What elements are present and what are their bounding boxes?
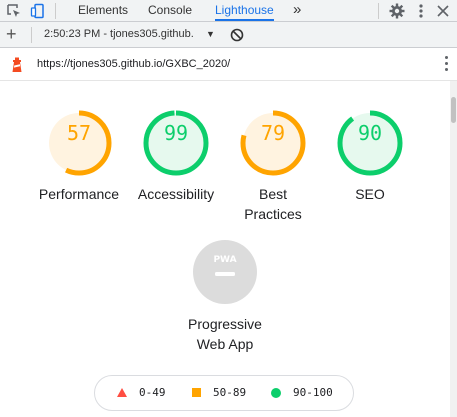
- pass-circle-icon: [271, 388, 281, 398]
- gauge-performance-label: Performance: [38, 186, 120, 202]
- lighthouse-logo-icon: [10, 56, 24, 78]
- lighthouse-toolbar: + 2:50:23 PM - tjones305.github. ▼: [0, 22, 457, 48]
- gauge-best-practices-label: Best Practices: [223, 184, 323, 224]
- gauge-seo[interactable]: 90: [332, 105, 408, 185]
- gauge-accessibility-score: 99: [163, 121, 189, 145]
- gauge-performance[interactable]: 57: [41, 105, 117, 185]
- pwa-badge-icon: PWA: [193, 240, 257, 304]
- pwa-badge-text: PWA: [213, 255, 236, 265]
- legend-pass-range: 90-100: [293, 386, 333, 399]
- legend-fail-range: 0-49: [139, 386, 166, 399]
- clear-reports-icon[interactable]: [228, 26, 246, 44]
- tab-lighthouse[interactable]: Lighthouse: [215, 0, 274, 21]
- gauge-seo-score: 90: [357, 121, 383, 145]
- close-devtools-icon[interactable]: [434, 2, 452, 20]
- gauge-performance-score: 57: [66, 121, 92, 145]
- gauge-accessibility-label: Accessibility: [137, 186, 215, 202]
- dropdown-arrow-icon[interactable]: ▼: [206, 27, 215, 41]
- toolbar-divider: [378, 3, 379, 19]
- fail-triangle-icon: [117, 388, 127, 397]
- pwa-label-line1: Progressive: [188, 316, 262, 332]
- gauge-accessibility[interactable]: 99: [138, 105, 214, 185]
- pwa-label: Progressive Web App: [175, 314, 275, 354]
- average-square-icon: [192, 388, 201, 397]
- scrollbar-thumb[interactable]: [451, 97, 456, 123]
- gauge-seo-label: SEO: [355, 186, 385, 202]
- scrollbar[interactable]: [450, 81, 457, 417]
- pwa-badge[interactable]: PWA: [193, 240, 257, 304]
- more-options-icon[interactable]: [412, 2, 430, 20]
- inspect-element-icon[interactable]: [5, 2, 23, 20]
- toolbar-divider: [55, 3, 56, 19]
- gauge-best-practices-label-line1: Best: [258, 186, 287, 202]
- tab-elements[interactable]: Elements: [78, 0, 128, 21]
- new-report-button[interactable]: +: [6, 23, 17, 45]
- pwa-label-line2: Web App: [196, 336, 254, 352]
- report-selector[interactable]: 2:50:23 PM - tjones305.github.: [44, 27, 194, 41]
- gauge-best-practices-label-line2: Practices: [244, 206, 302, 222]
- tab-console[interactable]: Console: [148, 0, 192, 21]
- gauge-best-practices[interactable]: 79: [235, 105, 311, 185]
- devtools-tabbar: Elements Console Lighthouse »: [0, 0, 457, 22]
- settings-gear-icon[interactable]: [388, 2, 406, 20]
- device-toolbar-icon[interactable]: [29, 2, 47, 20]
- report-menu-icon[interactable]: [445, 56, 449, 72]
- url-bar: https://tjones305.github.io/GXBC_2020/: [0, 48, 457, 81]
- toolbar-divider: [31, 27, 32, 43]
- more-tabs-icon[interactable]: »: [293, 0, 301, 21]
- gauge-best-practices-score: 79: [260, 121, 286, 145]
- score-legend: 0-49 50-89 90-100: [94, 375, 354, 411]
- report-url[interactable]: https://tjones305.github.io/GXBC_2020/: [37, 58, 230, 70]
- legend-average-range: 50-89: [213, 386, 247, 399]
